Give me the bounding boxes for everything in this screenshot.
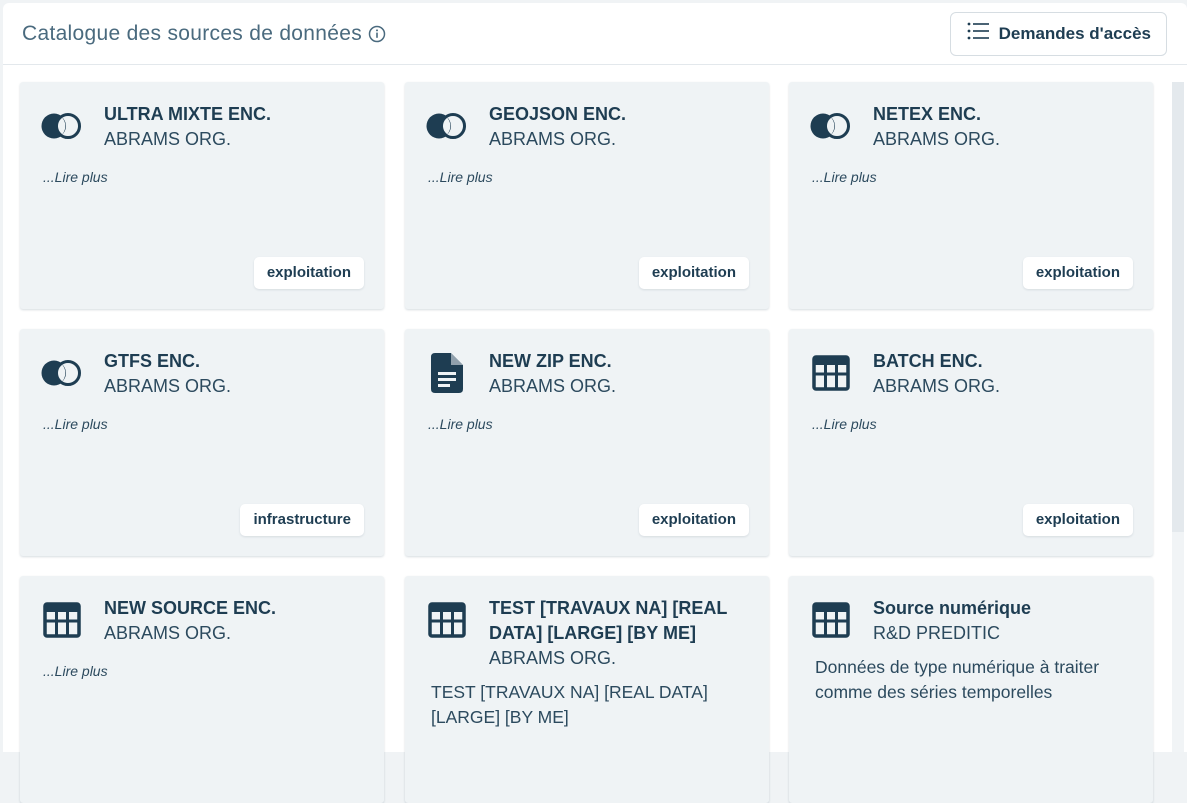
card-org: ABRAMS ORG. (873, 376, 1001, 396)
table-icon (809, 600, 853, 640)
category-tag: infrastructure (240, 504, 364, 536)
source-card[interactable]: BATCH ENC. ABRAMS ORG. ...Lire plus explo… (789, 329, 1153, 556)
list-icon (967, 21, 989, 46)
card-description: TEST [TRAVAUX NA] [REAL DATA] [LARGE] [B… (431, 682, 708, 727)
source-card[interactable]: NEW SOURCE ENC. ABRAMS ORG. ...Lire plus (20, 576, 384, 803)
catalog-header: Catalogue des sources de données Demande… (3, 3, 1187, 65)
access-requests-label: Demandes d'accès (998, 23, 1151, 43)
card-description: Données de type numérique à traiter comm… (815, 657, 1100, 702)
card-org: ABRAMS ORG. (489, 376, 617, 396)
card-title[interactable]: BATCH ENC. (873, 349, 1133, 374)
card-title[interactable]: NETEX ENC. (873, 102, 1133, 127)
file-icon (425, 353, 469, 393)
mixed-source-icon (425, 106, 469, 146)
read-more-link[interactable]: ...Lire plus (43, 416, 108, 432)
table-icon (809, 353, 853, 393)
read-more-link[interactable]: ...Lire plus (812, 416, 877, 432)
card-title[interactable]: NEW SOURCE ENC. (104, 596, 364, 621)
page-title: Catalogue des sources de données (22, 22, 386, 46)
table-icon (425, 600, 469, 640)
category-tag: exploitation (1022, 257, 1133, 289)
read-more-link[interactable]: ...Lire plus (428, 416, 493, 432)
source-card[interactable]: GEOJSON ENC. ABRAMS ORG. ...Lire plus exp… (405, 82, 769, 309)
vertical-scrollbar[interactable] (1172, 82, 1184, 752)
table-icon (40, 600, 84, 640)
source-card[interactable]: GTFS ENC. ABRAMS ORG. ...Lire plus infras… (20, 329, 384, 556)
card-org: ABRAMS ORG. (873, 129, 1001, 149)
page-title-text: Catalogue des sources de données (22, 21, 363, 45)
read-more-link[interactable]: ...Lire plus (43, 663, 108, 679)
category-tag: exploitation (638, 257, 749, 289)
access-requests-button[interactable]: Demandes d'accès (949, 11, 1167, 56)
card-org: ABRAMS ORG. (104, 376, 232, 396)
source-card[interactable]: NEW ZIP ENC. ABRAMS ORG. ...Lire plus exp… (405, 329, 769, 556)
scrollbar-thumb[interactable] (1172, 82, 1184, 532)
source-card[interactable]: ULTRA MIXTE ENC. ABRAMS ORG. ...Lire plus… (20, 82, 384, 309)
mixed-source-icon (809, 106, 853, 146)
card-title[interactable]: GTFS ENC. (104, 349, 364, 374)
card-org: ABRAMS ORG. (489, 129, 617, 149)
card-title[interactable]: GEOJSON ENC. (489, 102, 749, 127)
category-tag: exploitation (638, 504, 749, 536)
info-circle-icon[interactable] (368, 25, 386, 43)
read-more-link[interactable]: ...Lire plus (812, 169, 877, 185)
source-card[interactable]: TEST [TRAVAUX NA] [REAL DATA] [LARGE] [B… (405, 576, 769, 803)
read-more-link[interactable]: ...Lire plus (428, 169, 493, 185)
source-card[interactable]: Source numérique R&D PREDITIC Données de … (789, 576, 1153, 803)
card-org: ABRAMS ORG. (104, 129, 232, 149)
card-org: R&D PREDITIC (873, 623, 1001, 643)
card-title[interactable]: Source numérique (873, 596, 1133, 621)
card-title[interactable]: ULTRA MIXTE ENC. (104, 102, 364, 127)
mixed-source-icon (40, 353, 84, 393)
card-title[interactable]: NEW ZIP ENC. (489, 349, 749, 374)
card-title[interactable]: TEST [TRAVAUX NA] [REAL DATA] [LARGE] [B… (489, 596, 749, 646)
card-org: ABRAMS ORG. (104, 623, 232, 643)
read-more-link[interactable]: ...Lire plus (43, 169, 108, 185)
card-org: ABRAMS ORG. (489, 648, 617, 668)
mixed-source-icon (40, 106, 84, 146)
category-tag: exploitation (253, 257, 364, 289)
source-card[interactable]: NETEX ENC. ABRAMS ORG. ...Lire plus explo… (789, 82, 1153, 309)
category-tag: exploitation (1022, 504, 1133, 536)
